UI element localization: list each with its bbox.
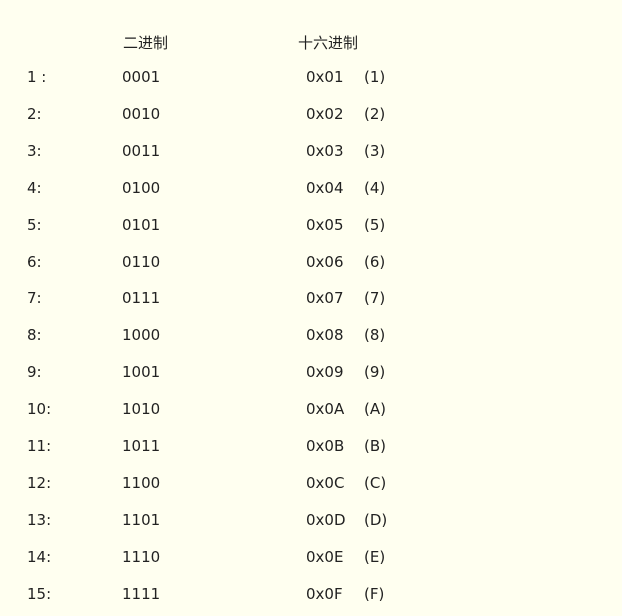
table-row: 8: 1000 0x08 (8) xyxy=(0,326,622,346)
table-row: 6: 0110 0x06 (6) xyxy=(0,253,622,273)
cell-index: 5: xyxy=(27,215,42,234)
cell-char: (6) xyxy=(364,252,386,271)
table-row: 11: 1011 0x0B (B) xyxy=(0,437,622,457)
cell-char: (8) xyxy=(364,326,386,345)
cell-index: 3: xyxy=(27,141,42,160)
cell-hex: 0x05 xyxy=(306,215,344,234)
cell-index: 14: xyxy=(27,547,52,566)
cell-index: 9: xyxy=(27,363,42,382)
cell-index: 11: xyxy=(27,437,52,455)
cell-hex: 0x0F xyxy=(306,584,343,603)
cell-hex: 0x09 xyxy=(306,363,344,382)
cell-char: (5) xyxy=(364,215,386,234)
cell-binary: 0110 xyxy=(122,252,161,271)
cell-binary: 0111 xyxy=(122,289,161,308)
cell-char: (D) xyxy=(364,510,388,529)
cell-index: 8: xyxy=(27,326,42,345)
table-row: 12: 1100 0x0C (C) xyxy=(0,474,622,494)
table-row: 2: 0010 0x02 (2) xyxy=(0,105,622,125)
cell-binary: 0101 xyxy=(122,215,161,234)
cell-char: (3) xyxy=(364,141,386,160)
cell-binary: 1100 xyxy=(122,473,161,492)
cell-index: 12: xyxy=(27,473,52,492)
cell-hex: 0x0B xyxy=(306,437,345,455)
cell-char: (E) xyxy=(364,547,386,566)
cell-index: 2: xyxy=(27,104,42,123)
cell-hex: 0x06 xyxy=(306,252,344,271)
table-row: 15: 1111 0x0F (F) xyxy=(0,585,622,605)
cell-index: 15: xyxy=(27,584,52,603)
cell-hex: 0x07 xyxy=(306,289,344,308)
cell-binary: 1010 xyxy=(122,400,161,419)
table-row: 4: 0100 0x04 (4) xyxy=(0,179,622,199)
cell-hex: 0x0A xyxy=(306,400,345,419)
table-row: 3: 0011 0x03 (3) xyxy=(0,142,622,162)
cell-char: (2) xyxy=(364,104,386,123)
table-row: 7: 0111 0x07 (7) xyxy=(0,289,622,309)
cell-hex: 0x0D xyxy=(306,510,346,529)
table-row: 13: 1101 0x0D (D) xyxy=(0,511,622,531)
cell-char: (A) xyxy=(364,400,386,419)
cell-binary: 0100 xyxy=(122,178,161,197)
cell-hex: 0x08 xyxy=(306,326,344,345)
table-row: 1 : 0001 0x01 (1) xyxy=(0,68,622,88)
cell-char: (C) xyxy=(364,473,387,492)
cell-index: 7: xyxy=(27,289,42,308)
cell-binary: 1101 xyxy=(122,510,161,529)
cell-index: 6: xyxy=(27,252,42,271)
cell-index: 10: xyxy=(27,400,52,419)
cell-binary: 0010 xyxy=(122,104,161,123)
cell-hex: 0x0E xyxy=(306,547,344,566)
cell-binary: 1001 xyxy=(122,363,161,382)
cell-char: (4) xyxy=(364,178,386,197)
cell-index: 1 : xyxy=(27,68,47,86)
table-row: 14: 1110 0x0E (E) xyxy=(0,548,622,568)
cell-hex: 0x0C xyxy=(306,473,345,492)
cell-binary: 1000 xyxy=(122,326,161,345)
header-binary: 二进制 xyxy=(123,34,169,52)
cell-char: (9) xyxy=(364,363,386,382)
cell-hex: 0x04 xyxy=(306,178,344,197)
cell-index: 13: xyxy=(27,510,52,529)
cell-char: (7) xyxy=(364,289,386,308)
cell-char: (B) xyxy=(364,437,386,455)
cell-char: (F) xyxy=(364,584,385,603)
cell-binary: 0011 xyxy=(122,141,161,160)
cell-hex: 0x03 xyxy=(306,141,344,160)
cell-index: 4: xyxy=(27,178,42,197)
cell-binary: 1111 xyxy=(122,584,161,603)
table-row: 9: 1001 0x09 (9) xyxy=(0,363,622,383)
header-hex: 十六进制 xyxy=(298,34,359,52)
cell-hex: 0x02 xyxy=(306,104,344,123)
cell-binary: 1110 xyxy=(122,547,161,566)
cell-hex: 0x01 xyxy=(306,68,344,86)
table-row: 5: 0101 0x05 (5) xyxy=(0,216,622,236)
table-row: 10: 1010 0x0A (A) xyxy=(0,400,622,420)
cell-binary: 1011 xyxy=(122,437,161,455)
cell-binary: 0001 xyxy=(122,68,161,86)
cell-char: (1) xyxy=(364,68,386,86)
